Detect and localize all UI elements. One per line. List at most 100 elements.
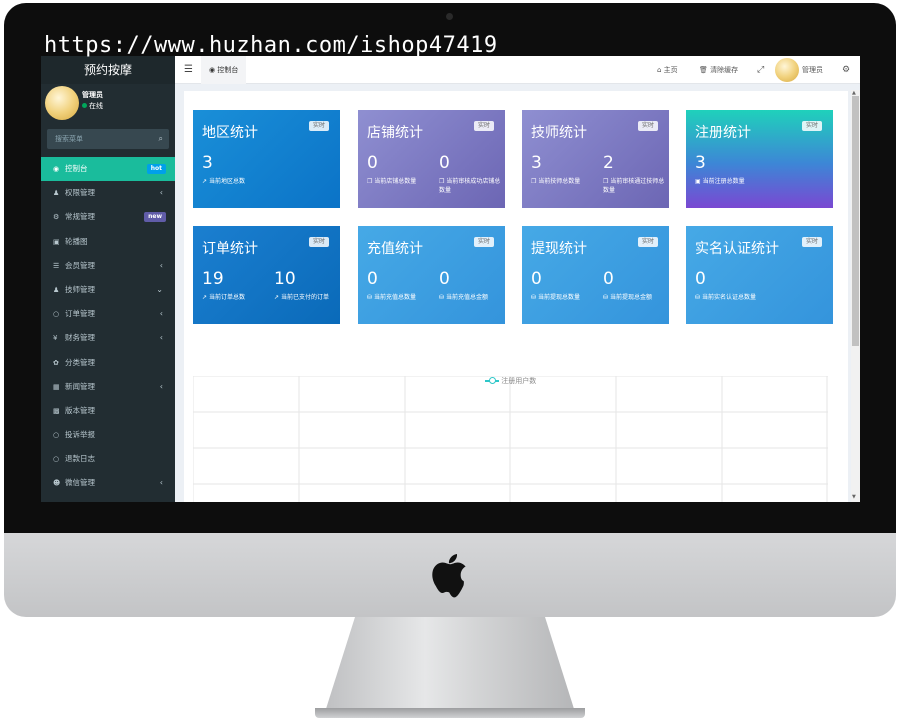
sidebar-item-members[interactable]: ☰ 会员管理 ‹ — [41, 254, 175, 278]
sidebar-item-label: 权限管理 — [65, 188, 95, 198]
stat-value: 2 — [603, 153, 614, 173]
user-status-text: 在线 — [89, 102, 103, 110]
home-label: 主页 — [663, 66, 678, 74]
sidebar-item-label: 版本管理 — [65, 405, 95, 415]
sidebar-item-general[interactable]: ⚙ 常规管理 new — [41, 205, 175, 229]
yen-icon: ¥ — [53, 334, 58, 343]
brand-logo[interactable]: 预约按摩 — [41, 56, 175, 84]
chart-grid — [192, 375, 828, 502]
stat: 3 ↗ 当前地区总数 — [202, 153, 267, 186]
image-icon: ▣ — [53, 237, 60, 246]
image-icon: ▣ — [695, 178, 703, 185]
card-title: 充值统计 — [367, 241, 423, 257]
sidebar-item-complaints[interactable]: ○ 投诉举报 — [41, 423, 175, 447]
sidebar-item-banner[interactable]: ▣ 轮播图 — [41, 230, 175, 254]
avatar — [45, 86, 79, 120]
circle-icon: ○ — [53, 431, 60, 440]
admin-menu[interactable]: 管理员 — [802, 56, 823, 84]
search-icon[interactable]: ⌕ — [159, 134, 163, 144]
realtime-tag: 实时 — [473, 237, 494, 247]
calendar-icon: ▦ — [53, 382, 60, 391]
stat-label: ▣ 当前注册总数量 — [695, 178, 745, 185]
wand-icon: ↗ — [202, 178, 209, 185]
page-scrollbar[interactable]: ▲ ▼ — [851, 90, 860, 502]
apple-logo-icon — [432, 554, 466, 598]
trash-icon: 🗑 — [699, 66, 711, 74]
sidebar-item-categories[interactable]: ✿ 分类管理 — [41, 351, 175, 375]
sidebar-item-news[interactable]: ▦ 新闻管理 ‹ — [41, 375, 175, 399]
stat-value: 0 — [531, 269, 542, 289]
sidebar-item-label: 分类管理 — [65, 357, 95, 367]
sidebar-item-label: 技师管理 — [65, 284, 95, 294]
avatar[interactable] — [775, 58, 799, 82]
card-technician-stats: 技师统计 实时 3 ❐ 当前技师总数量 2 ❐ 当前审核通过技师总数量 — [522, 110, 669, 208]
sidebar-item-permissions[interactable]: ♟ 权限管理 ‹ — [41, 181, 175, 205]
realtime-tag: 实时 — [637, 121, 658, 131]
stat: 0 ⛁ 当前提现总金额 — [603, 269, 668, 302]
menu-toggle-icon[interactable]: ☰ — [184, 64, 193, 75]
database-icon: ⛁ — [603, 294, 610, 301]
stat: 0 ❐ 当前店铺总数量 — [367, 153, 432, 186]
realtime-tag: 实时 — [801, 121, 822, 131]
database-icon: ⛁ — [531, 294, 538, 301]
home-link[interactable]: ⌂ 主页 — [657, 56, 678, 84]
cogs-icon: ⚙ — [53, 213, 60, 222]
realtime-tag: 实时 — [637, 237, 658, 247]
sidebar-item-finance[interactable]: ¥ 财务管理 ‹ — [41, 326, 175, 350]
sidebar-item-label: 投诉举报 — [65, 430, 95, 440]
list-icon: ☰ — [53, 261, 60, 270]
circle-icon: ○ — [53, 310, 60, 319]
monitor-stand — [325, 617, 575, 712]
chart-legend[interactable]: 注册用户数 — [485, 376, 536, 386]
stat-label: ⛁ 当前充值总金额 — [439, 294, 488, 301]
card-recharge-stats: 充值统计 实时 0 ⛁ 当前充值总数量 0 ⛁ 当前充值总金额 — [358, 226, 505, 324]
fullscreen-icon[interactable]: ⤢ — [757, 56, 764, 84]
stat-value: 3 — [695, 153, 706, 173]
sidebar-item-label: 会员管理 — [65, 260, 95, 270]
home-icon: ⌂ — [657, 66, 664, 74]
card-withdrawal-stats: 提现统计 实时 0 ⛁ 当前提现总数量 0 ⛁ 当前提现总金额 — [522, 226, 669, 324]
legend-line-icon — [485, 377, 499, 384]
wand-icon: ↗ — [274, 294, 281, 301]
database-icon: ⛁ — [695, 294, 702, 301]
sidebar-item-refund-log[interactable]: ○ 退款日志 — [41, 447, 175, 471]
chevron-left-icon: ‹ — [159, 260, 163, 270]
realtime-tag: 实时 — [473, 121, 494, 131]
settings-icon[interactable]: ⚙ — [842, 56, 850, 84]
sidebar-item-wechat[interactable]: ☻ 微信管理 ‹ — [41, 471, 175, 495]
stat-label: ❐ 当前店铺总数量 — [367, 178, 417, 185]
stat-label: ↗ 当前地区总数 — [202, 178, 245, 185]
card-order-stats: 订单统计 实时 19 ↗ 当前订单总数 10 ↗ 当前已支付的订单 — [193, 226, 340, 324]
scroll-down-icon[interactable]: ▼ — [852, 494, 856, 500]
sidebar-item-label: 轮播图 — [65, 236, 88, 246]
sidebar-item-label: 财务管理 — [65, 333, 95, 343]
card-title: 技师统计 — [531, 125, 587, 141]
realtime-tag: 实时 — [801, 237, 822, 247]
search-placeholder: 搜索菜单 — [55, 135, 83, 143]
tab-label: 控制台 — [217, 66, 239, 74]
sidebar-item-orders[interactable]: ○ 订单管理 ‹ — [41, 302, 175, 326]
sidebar: 预约按摩 管理员 在线 搜索菜单 ⌕ ◉ 控制台 hot ♟ 权限管理 ‹ ⚙ 常规管理 n… — [41, 56, 175, 502]
stat: 10 ↗ 当前已支付的订单 — [274, 269, 339, 302]
stat: 3 ❐ 当前技师总数量 — [531, 153, 596, 186]
sidebar-item-dashboard[interactable]: ◉ 控制台 hot — [41, 157, 175, 182]
registered-users-chart: 注册用户数 — [192, 375, 828, 502]
menu-search-input[interactable]: 搜索菜单 ⌕ — [47, 129, 169, 149]
user-panel: 管理员 在线 — [41, 84, 175, 124]
stat-value: 0 — [439, 269, 450, 289]
tab-dashboard[interactable]: ◉ 控制台 — [201, 56, 247, 84]
clear-cache-button[interactable]: 🗑 清除缓存 — [699, 56, 738, 84]
stat: 0 ⛁ 当前充值总数量 — [367, 269, 432, 302]
sidebar-item-technicians[interactable]: ♟ 技师管理 ⌄ — [41, 278, 175, 302]
sidebar-item-versions[interactable]: ▩ 版本管理 — [41, 399, 175, 423]
scrollbar-thumb[interactable] — [852, 96, 859, 346]
users-icon: ♟ — [53, 189, 60, 198]
user-icon: ♟ — [53, 285, 60, 294]
stat-label: ❐ 当前审核通过技师总数量 — [603, 178, 665, 194]
card-region-stats: 地区统计 实时 3 ↗ 当前地区总数 — [193, 110, 340, 208]
hot-badge: hot — [146, 164, 166, 174]
stat-label: ⛁ 当前提现总金额 — [603, 294, 652, 301]
sidebar-item-label: 订单管理 — [65, 309, 95, 319]
sidebar-item-label: 控制台 — [65, 164, 88, 173]
stat-label: ⛁ 当前充值总数量 — [367, 294, 416, 301]
